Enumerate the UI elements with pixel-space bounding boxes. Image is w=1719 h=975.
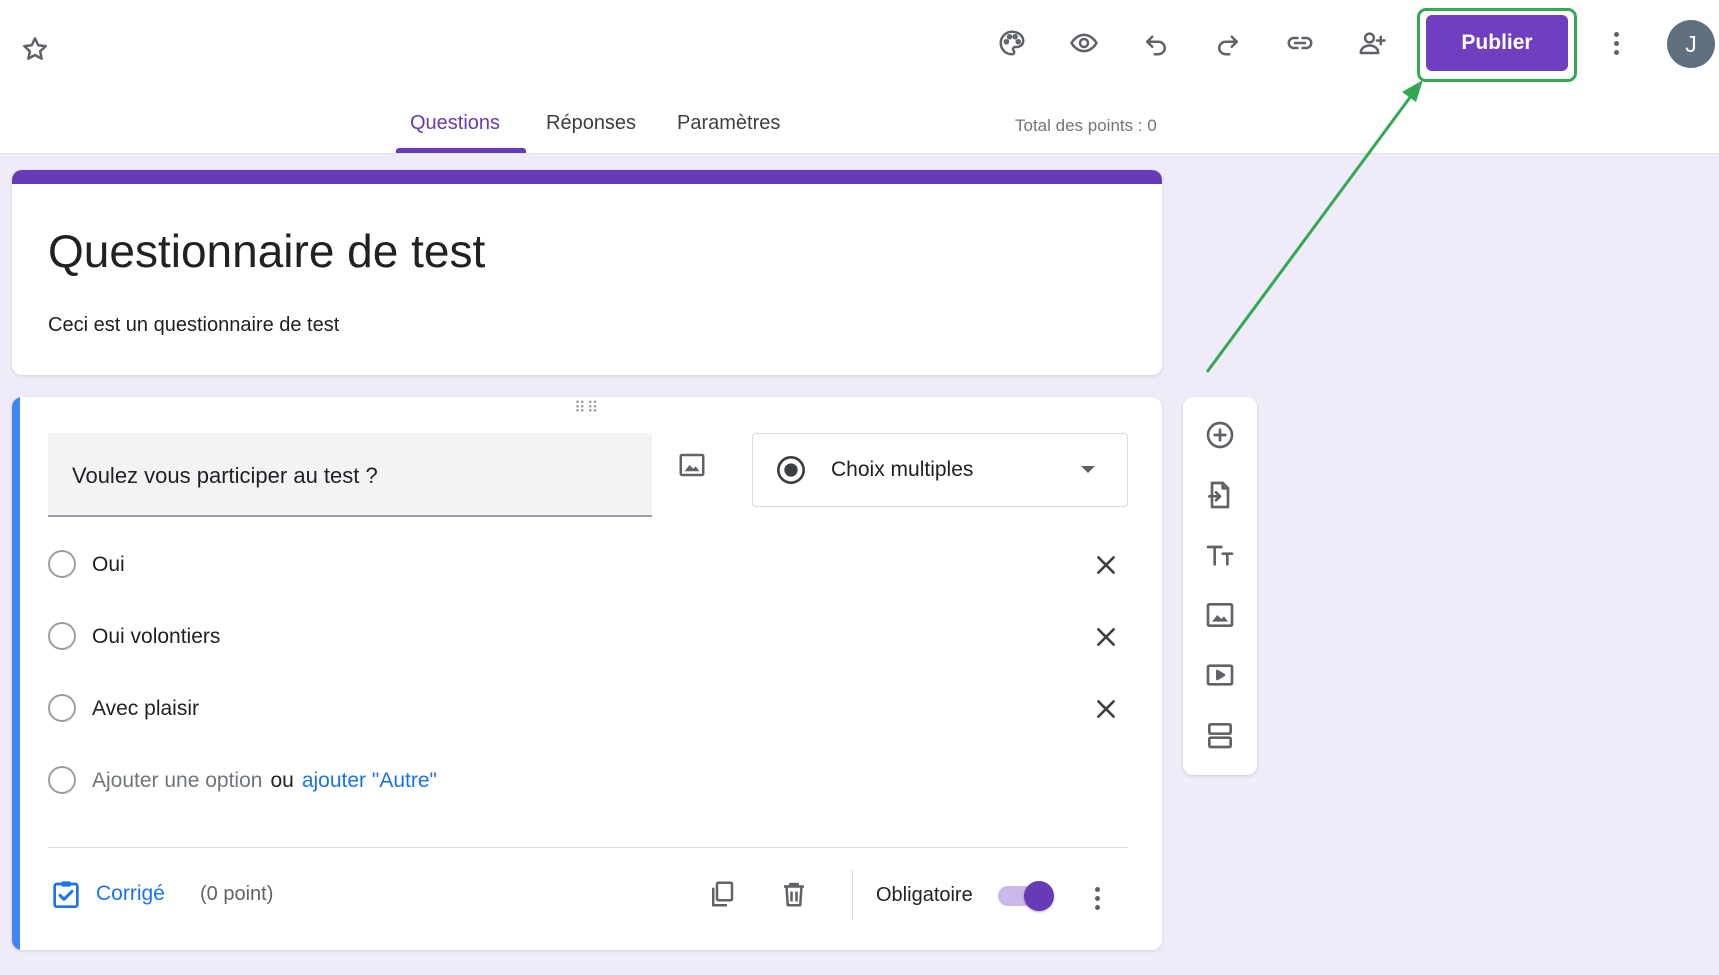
required-toggle-knob[interactable] bbox=[1024, 881, 1054, 911]
radio-icon bbox=[48, 766, 76, 794]
question-card[interactable]: ⠿⠿ Voulez vous participer au test ? Choi… bbox=[12, 397, 1162, 950]
add-image-icon[interactable] bbox=[672, 445, 712, 485]
tab-responses[interactable]: Réponses bbox=[546, 112, 636, 135]
add-video-icon[interactable] bbox=[1198, 653, 1242, 697]
question-title-input[interactable]: Voulez vous participer au test ? bbox=[48, 433, 652, 517]
radio-checked-icon bbox=[777, 456, 805, 484]
avatar[interactable]: J bbox=[1667, 20, 1715, 68]
answer-key-button[interactable]: Corrigé bbox=[96, 882, 165, 906]
publish-highlight-box bbox=[1417, 8, 1577, 82]
or-text: ou bbox=[270, 769, 294, 792]
add-section-icon[interactable] bbox=[1198, 713, 1242, 757]
add-other-link[interactable]: ajouter "Autre" bbox=[302, 769, 437, 792]
required-label: Obligatoire bbox=[876, 884, 973, 906]
star-icon[interactable] bbox=[13, 27, 57, 71]
more-vert-icon[interactable] bbox=[1594, 21, 1638, 65]
eye-icon[interactable] bbox=[1062, 21, 1106, 65]
option-label[interactable]: Avec plaisir bbox=[92, 697, 199, 721]
add-image-icon[interactable] bbox=[1198, 593, 1242, 637]
palette-icon[interactable] bbox=[990, 21, 1034, 65]
undo-icon[interactable] bbox=[1134, 21, 1178, 65]
side-toolbar bbox=[1183, 397, 1257, 775]
option-label[interactable]: Oui bbox=[92, 553, 125, 577]
redo-icon[interactable] bbox=[1206, 21, 1250, 65]
option-row[interactable]: Oui bbox=[48, 543, 1138, 587]
question-title: Voulez vous participer au test ? bbox=[72, 463, 378, 488]
question-type-select[interactable]: Choix multiples bbox=[752, 433, 1128, 507]
active-tab-indicator bbox=[396, 148, 526, 153]
answer-key-icon[interactable] bbox=[50, 878, 82, 910]
points-value: (0 point) bbox=[200, 883, 274, 905]
question-footer: Corrigé (0 point) Obligatoire bbox=[12, 848, 1162, 948]
add-question-icon[interactable] bbox=[1198, 413, 1242, 457]
option-row[interactable]: Oui volontiers bbox=[48, 615, 1138, 659]
delete-icon[interactable] bbox=[774, 874, 814, 914]
total-points: Total des points : 0 bbox=[1015, 116, 1157, 135]
option-row[interactable]: Avec plaisir bbox=[48, 687, 1138, 731]
link-icon[interactable] bbox=[1278, 21, 1322, 65]
more-vert-icon[interactable] bbox=[1082, 878, 1112, 918]
radio-icon bbox=[48, 622, 76, 650]
radio-icon bbox=[48, 694, 76, 722]
add-option-link[interactable]: Ajouter une option bbox=[92, 769, 262, 792]
form-description[interactable]: Ceci est un questionnaire de test bbox=[48, 314, 339, 337]
close-icon[interactable] bbox=[1088, 619, 1124, 655]
top-bar: Publier J Questions Réponses Paramètres … bbox=[0, 0, 1719, 154]
radio-icon bbox=[48, 550, 76, 578]
question-type-label: Choix multiples bbox=[831, 458, 974, 481]
form-title[interactable]: Questionnaire de test bbox=[48, 224, 485, 278]
close-icon[interactable] bbox=[1088, 691, 1124, 727]
tab-questions[interactable]: Questions bbox=[410, 112, 500, 135]
chevron-down-icon bbox=[1081, 466, 1095, 473]
footer-vertical-divider bbox=[852, 870, 853, 920]
drag-handle-icon[interactable]: ⠿⠿ bbox=[574, 401, 599, 417]
add-option-row[interactable]: Ajouter une option ou ajouter "Autre" bbox=[48, 759, 1138, 803]
tab-settings[interactable]: Paramètres bbox=[677, 112, 780, 135]
option-label[interactable]: Oui volontiers bbox=[92, 625, 220, 649]
add-person-icon[interactable] bbox=[1350, 21, 1394, 65]
duplicate-icon[interactable] bbox=[702, 874, 742, 914]
form-title-card[interactable]: Questionnaire de test Ceci est un questi… bbox=[12, 170, 1162, 375]
import-questions-icon[interactable] bbox=[1198, 473, 1242, 517]
add-option-row-text: Ajouter une option ou ajouter "Autre" bbox=[92, 769, 437, 793]
close-icon[interactable] bbox=[1088, 547, 1124, 583]
add-title-icon[interactable] bbox=[1198, 533, 1242, 577]
